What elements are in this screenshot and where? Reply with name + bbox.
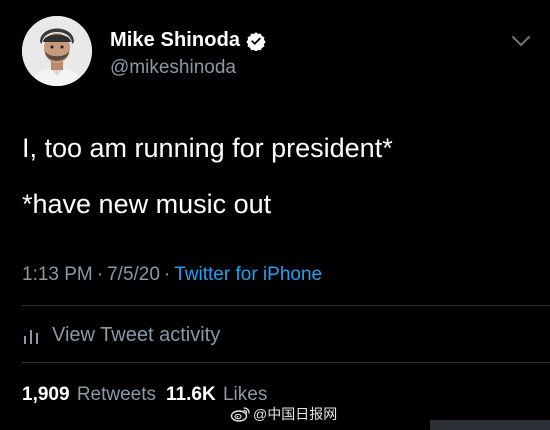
- retweets-label: Retweets: [76, 384, 157, 405]
- photo-corner: [430, 420, 550, 430]
- verified-icon: [246, 31, 266, 52]
- likes-label: Likes: [222, 384, 268, 405]
- avatar[interactable]: [22, 16, 92, 86]
- view-tweet-activity-button[interactable]: View Tweet activity: [22, 324, 220, 347]
- retweets-count: 1,909: [22, 384, 70, 405]
- watermark-text: @中国日报网: [253, 406, 338, 422]
- tweet-meta: 1:13 PM · 7/5/20 · Twitter for iPhone: [22, 264, 322, 286]
- tweet-source-link[interactable]: Twitter for iPhone: [174, 264, 322, 285]
- author-name[interactable]: Mike Shinoda: [110, 29, 240, 52]
- tweet-card: Mike Shinoda @mikeshinoda I, too am runn…: [0, 0, 550, 430]
- tweet-text-line-2: *have new music out: [22, 189, 272, 219]
- author-handle[interactable]: @mikeshinoda: [110, 57, 236, 79]
- tweet-text-line-1: I, too am running for president*: [22, 133, 393, 163]
- tweet-date[interactable]: 7/5/20: [107, 264, 160, 285]
- author-row: Mike Shinoda: [110, 29, 266, 52]
- retweets-stat[interactable]: 1,909 Retweets: [22, 384, 166, 405]
- weibo-logo-icon: [230, 406, 250, 422]
- divider: [22, 362, 550, 363]
- meta-separator: ·: [96, 264, 104, 285]
- likes-count: 11.6K: [166, 384, 216, 405]
- tweet-stats: 1,909 Retweets 11.6K Likes: [22, 384, 277, 406]
- watermark: @中国日报网: [230, 404, 337, 424]
- likes-stat[interactable]: 11.6K Likes: [166, 384, 277, 405]
- chevron-down-icon[interactable]: [510, 34, 532, 48]
- divider: [22, 305, 550, 306]
- activity-label: View Tweet activity: [52, 324, 221, 346]
- meta-separator: ·: [163, 264, 171, 285]
- tweet-time[interactable]: 1:13 PM: [22, 264, 93, 285]
- activity-chart-icon: [22, 326, 42, 346]
